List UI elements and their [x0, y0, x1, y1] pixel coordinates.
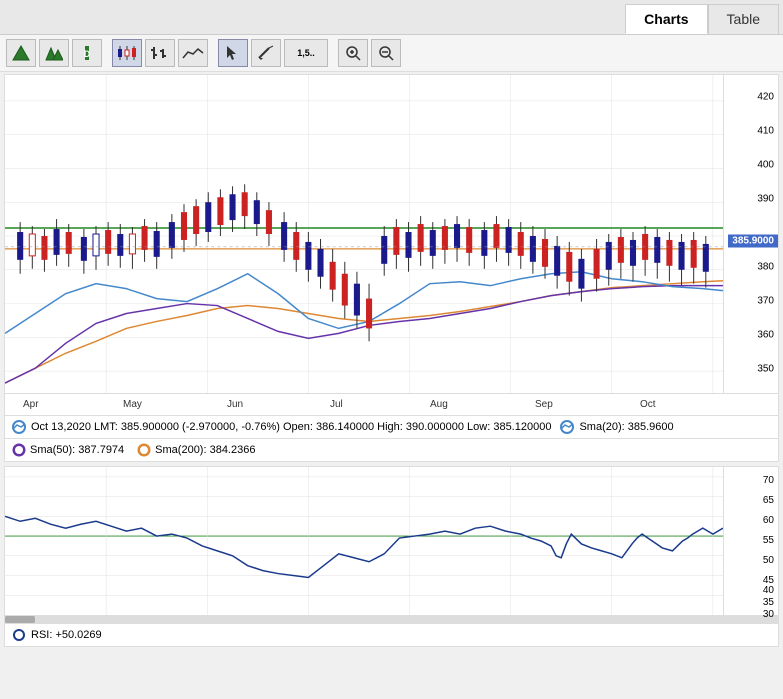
y-label-400: 400 — [757, 160, 774, 171]
y-label-370: 370 — [757, 296, 774, 307]
rsi-y-50: 50 — [763, 555, 774, 566]
zoom-out-btn[interactable] — [371, 39, 401, 67]
main-legend: Oct 13,2020 LMT: 385.900000 (-2.970000, … — [4, 416, 779, 439]
rsi-legend-text: RSI: +50.0269 — [31, 629, 102, 641]
rsi-canvas[interactable] — [5, 467, 723, 615]
main-legend-text: Oct 13,2020 LMT: 385.900000 (-2.970000, … — [31, 421, 551, 433]
rsi-y-60: 60 — [763, 515, 774, 526]
y-label-350: 350 — [757, 364, 774, 375]
main-chart-canvas[interactable] — [5, 75, 723, 393]
rsi-y-40: 40 — [763, 585, 774, 596]
rsi-svg — [5, 467, 723, 615]
tab-charts[interactable]: Charts — [625, 4, 707, 34]
mountain-btn[interactable] — [6, 39, 36, 67]
line-btn[interactable] — [178, 39, 208, 67]
x-label-sep: Sep — [535, 399, 553, 410]
draw-btn[interactable] — [251, 39, 281, 67]
rsi-legend-icon — [11, 627, 27, 643]
tab-table[interactable]: Table — [708, 4, 779, 34]
rsi-y-55: 55 — [763, 535, 774, 546]
price-badge: 385.9000 — [728, 235, 778, 248]
x-label-aug: Aug — [430, 399, 448, 410]
y-label-380: 380 — [757, 262, 774, 273]
candlestick-btn[interactable] — [112, 39, 142, 67]
sma20-value-icon — [559, 419, 575, 435]
svg-text:D: D — [84, 49, 91, 59]
mountain2-btn[interactable] — [39, 39, 69, 67]
sma50-legend-item: Sma(50): 387.7974 — [11, 442, 124, 458]
zoom-in-btn[interactable] — [338, 39, 368, 67]
rsi-y-65: 65 — [763, 495, 774, 506]
app-container: Charts Table D — [0, 0, 783, 647]
x-label-jul: Jul — [330, 399, 343, 410]
x-label-oct: Oct — [640, 399, 656, 410]
x-axis: Apr May Jun Jul Aug Sep Oct — [4, 394, 779, 416]
rsi-y-30: 30 — [763, 609, 774, 620]
sma200-value: Sma(200): 384.2366 — [155, 444, 255, 456]
hlc-btn[interactable] — [145, 39, 175, 67]
pointer-btn[interactable] — [218, 39, 248, 67]
toolbar: D — [0, 35, 783, 72]
y-label-390: 390 — [757, 194, 774, 205]
rsi-chart-wrapper: 70 65 60 55 50 45 40 35 30 — [4, 466, 779, 616]
main-chart-svg — [5, 75, 723, 393]
params-btn[interactable]: 1,5.. — [284, 39, 328, 67]
sma20-value: Sma(20): 385.9600 — [579, 421, 673, 433]
sma200-legend-item: Sma(200): 384.2366 — [136, 442, 255, 458]
sma20-legend-icon — [11, 419, 27, 435]
x-label-may: May — [123, 399, 142, 410]
x-label-jun: Jun — [227, 399, 243, 410]
y-label-410: 410 — [757, 126, 774, 137]
rsi-y-axis: 70 65 60 55 50 45 40 35 30 — [723, 467, 778, 615]
sma50-value: Sma(50): 387.7974 — [30, 444, 124, 456]
y-label-420: 420 — [757, 92, 774, 103]
y-label-360: 360 — [757, 330, 774, 341]
x-label-apr: Apr — [23, 399, 39, 410]
main-chart-wrapper: 420 410 400 390 385.9000 380 370 360 350 — [4, 74, 779, 394]
rsi-legend: RSI: +50.0269 — [4, 624, 779, 647]
y-axis: 420 410 400 390 385.9000 380 370 360 350 — [723, 75, 778, 393]
rsi-y-35: 35 — [763, 597, 774, 608]
main-legend-2: Sma(50): 387.7974 Sma(200): 384.2366 — [4, 439, 779, 462]
rsi-bottom-bar — [4, 616, 779, 624]
top-tabs: Charts Table — [0, 0, 783, 35]
rsi-y-70: 70 — [763, 475, 774, 486]
bar-btn[interactable]: D — [72, 39, 102, 67]
